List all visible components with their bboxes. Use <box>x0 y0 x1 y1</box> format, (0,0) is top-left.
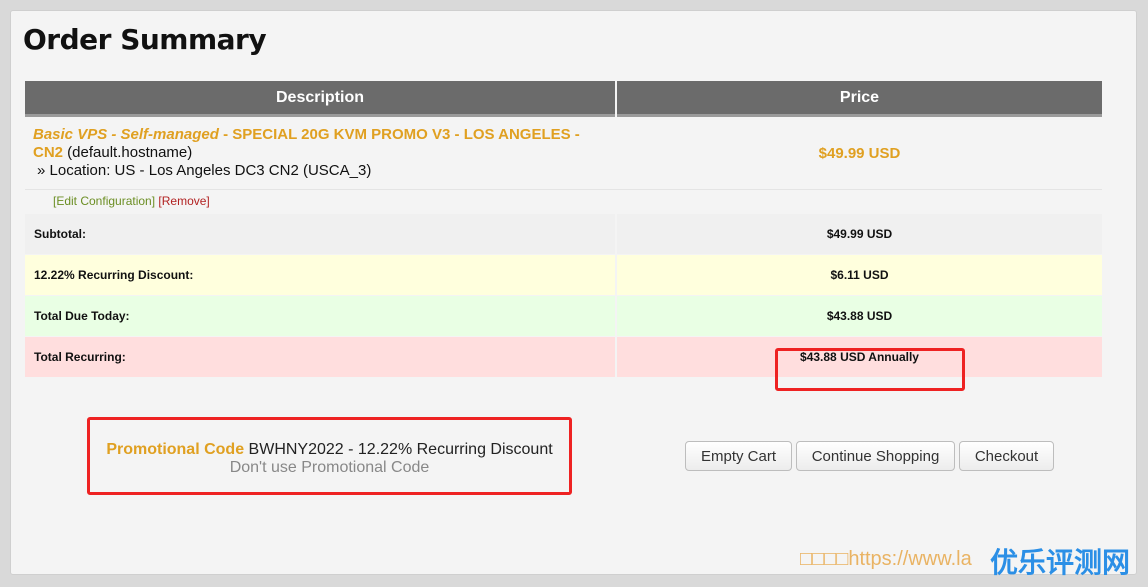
item-price-cell: $49.99 USD <box>617 117 1102 189</box>
total-due-value: $43.88 USD <box>617 296 1102 336</box>
discount-value: $6.11 USD <box>617 255 1102 295</box>
discount-row: 12.22% Recurring Discount: $6.11 USD <box>25 255 1102 295</box>
discount-label: 12.22% Recurring Discount: <box>25 255 615 295</box>
product-group: Basic VPS - Self-managed <box>33 126 219 143</box>
subtotal-row: Subtotal: $49.99 USD <box>25 214 1102 254</box>
table-header: Description Price <box>25 81 1102 117</box>
price-column-header: Price <box>617 81 1102 117</box>
promo-code-box: Promotional Code BWHNY2022 - 12.22% Recu… <box>87 417 572 495</box>
item-hostname: (default.hostname) <box>63 144 193 161</box>
item-description: Basic VPS - Self-managed - SPECIAL 20G K… <box>25 117 615 189</box>
watermark-brand: 优乐评测网 <box>990 547 1131 578</box>
item-name-separator: - <box>218 126 233 143</box>
total-recurring-label: Total Recurring: <box>25 337 615 377</box>
order-table: Description Price Basic VPS - Self-manag… <box>25 81 1102 377</box>
continue-shopping-button[interactable]: Continue Shopping <box>796 441 955 471</box>
remove-promo-link[interactable]: Don't use Promotional Code <box>90 459 569 477</box>
recurring-highlight-box <box>775 348 965 391</box>
cart-item-row: Basic VPS - Self-managed - SPECIAL 20G K… <box>25 117 1102 189</box>
watermark-url: □□□□https://www.la <box>800 548 972 570</box>
edit-configuration-link[interactable]: [Edit Configuration] <box>53 194 155 208</box>
remove-item-link[interactable]: [Remove] <box>158 194 209 208</box>
item-location: » Location: US - Los Angeles DC3 CN2 (US… <box>37 162 372 179</box>
promo-code-label: Promotional Code <box>106 441 245 458</box>
subtotal-label: Subtotal: <box>25 214 615 254</box>
item-price: $49.99 USD <box>818 144 901 162</box>
subtotal-value: $49.99 USD <box>617 214 1102 254</box>
page-title: Order Summary <box>23 23 267 56</box>
item-actions: [Edit Configuration] [Remove] <box>25 189 1102 213</box>
checkout-button[interactable]: Checkout <box>959 441 1054 471</box>
total-due-row: Total Due Today: $43.88 USD <box>25 296 1102 336</box>
promo-code-line: Promotional Code BWHNY2022 - 12.22% Recu… <box>90 441 569 459</box>
total-due-label: Total Due Today: <box>25 296 615 336</box>
empty-cart-button[interactable]: Empty Cart <box>685 441 792 471</box>
description-column-header: Description <box>25 81 615 117</box>
promo-code-value: BWHNY2022 - 12.22% Recurring Discount <box>244 441 553 458</box>
